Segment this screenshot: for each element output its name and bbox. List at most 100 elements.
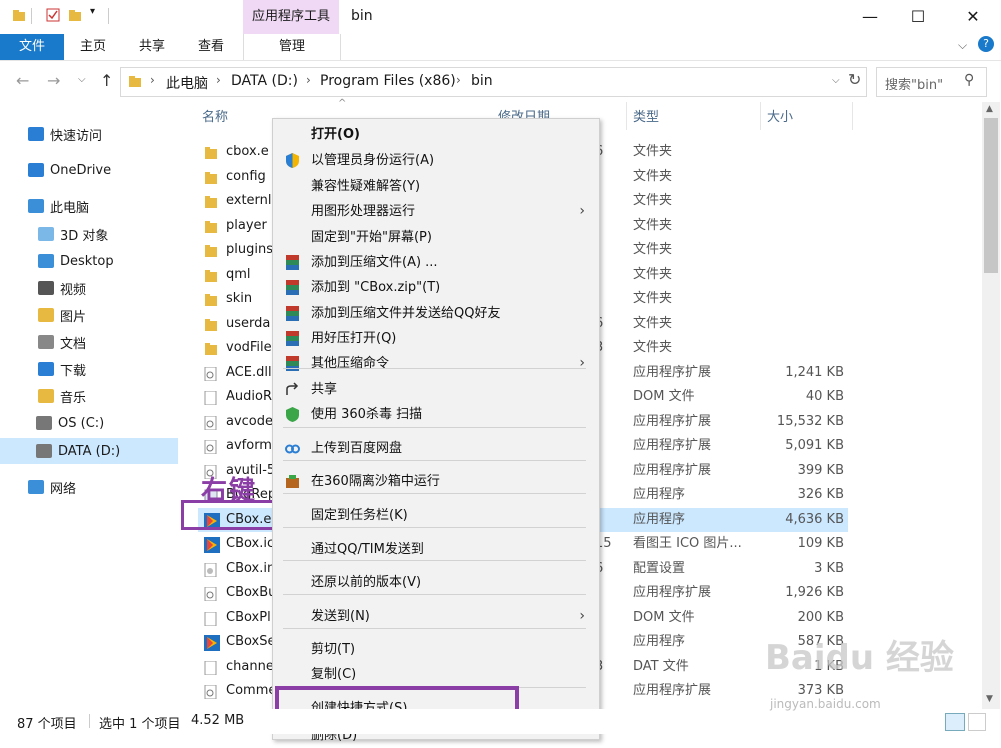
tab-manage[interactable]: 管理 bbox=[243, 34, 341, 60]
folder-icon bbox=[204, 145, 218, 159]
context-menu-item[interactable]: 使用 360杀毒 扫描 bbox=[273, 402, 599, 427]
minimize-button[interactable]: — bbox=[847, 0, 893, 32]
nav-item-2[interactable]: OneDrive bbox=[0, 157, 178, 183]
context-menu-item[interactable]: 剪切(T) bbox=[273, 637, 599, 662]
tab-view[interactable]: 查看 bbox=[198, 34, 224, 60]
nav-item-1[interactable]: 快速访问 bbox=[0, 121, 178, 147]
context-menu-item[interactable]: 打开(O) bbox=[273, 122, 599, 147]
cloud-icon bbox=[28, 163, 44, 177]
file-name: player bbox=[226, 217, 267, 233]
nav-item-label: 3D 对象 bbox=[60, 228, 109, 244]
context-menu-item[interactable]: 用好压打开(Q) bbox=[273, 326, 599, 351]
context-menu-item[interactable]: 兼容性疑难解答(Y) bbox=[273, 174, 599, 199]
context-menu-item[interactable]: 发送到(N) › bbox=[273, 604, 599, 629]
file-size: 200 KB bbox=[797, 609, 844, 625]
file-type: DAT 文件 bbox=[633, 658, 689, 674]
nav-item-9[interactable]: 下载 bbox=[0, 356, 178, 382]
nav-item-7[interactable]: 图片 bbox=[0, 302, 178, 328]
context-menu-item[interactable]: 添加到压缩文件(A) ... bbox=[273, 250, 599, 275]
recent-locations-icon[interactable]: ⌵ bbox=[78, 74, 86, 85]
desktop-icon bbox=[38, 254, 54, 268]
context-menu-item[interactable]: 在360隔离沙箱中运行 bbox=[273, 469, 599, 494]
scroll-down-icon[interactable]: ▼ bbox=[986, 694, 993, 704]
help-icon[interactable]: ? bbox=[978, 36, 994, 52]
breadcrumb-program-files[interactable]: Program Files (x86) bbox=[320, 73, 456, 89]
new-folder-icon[interactable] bbox=[68, 8, 82, 22]
shield-icon bbox=[284, 152, 301, 169]
nav-item-6[interactable]: 视频 bbox=[0, 275, 178, 301]
context-menu-item[interactable]: 固定到"开始"屏幕(P) bbox=[273, 225, 599, 250]
scroll-up-icon[interactable]: ▲ bbox=[986, 104, 993, 114]
cbox-app-icon bbox=[204, 537, 220, 553]
back-arrow-icon[interactable]: ← bbox=[16, 71, 29, 90]
context-menu-item[interactable]: 共享 bbox=[273, 377, 599, 402]
file-type: 配置设置 bbox=[633, 560, 686, 576]
close-button[interactable]: ✕ bbox=[950, 0, 996, 32]
submenu-arrow-icon: › bbox=[579, 203, 585, 219]
tab-file[interactable]: 文件 bbox=[0, 34, 64, 60]
context-menu-item[interactable]: 添加到压缩文件并发送给QQ好友 bbox=[273, 301, 599, 326]
context-menu-item[interactable]: 添加到 "CBox.zip"(T) bbox=[273, 275, 599, 300]
menu-item-label: 使用 360杀毒 扫描 bbox=[311, 407, 423, 422]
context-menu-item[interactable]: 以管理员身份运行(A) bbox=[273, 148, 599, 173]
breadcrumb-bin[interactable]: bin bbox=[471, 73, 493, 89]
large-icons-view-icon[interactable] bbox=[968, 713, 986, 731]
refresh-icon[interactable]: ↻ bbox=[848, 70, 861, 89]
scrollbar-thumb[interactable] bbox=[984, 118, 998, 273]
folder-icon[interactable] bbox=[12, 8, 26, 22]
menu-item-label: 兼容性疑难解答(Y) bbox=[311, 179, 421, 194]
context-menu-item[interactable]: 还原以前的版本(V) bbox=[273, 570, 599, 595]
file-name: CBoxPl bbox=[226, 609, 271, 625]
column-divider[interactable] bbox=[852, 102, 853, 130]
baidu-icon bbox=[284, 440, 301, 457]
column-header-type[interactable]: 类型 bbox=[633, 108, 659, 128]
context-menu-item[interactable]: 通过QQ/TIM发送到 bbox=[273, 537, 599, 562]
column-divider[interactable] bbox=[626, 102, 627, 130]
file-name: CBox.ic bbox=[226, 536, 275, 551]
menu-separator bbox=[283, 527, 586, 528]
file-name: avcode bbox=[226, 413, 274, 429]
context-menu-item[interactable]: 其他压缩命令 › bbox=[273, 351, 599, 376]
tab-home[interactable]: 主页 bbox=[80, 34, 106, 60]
nav-item-label: 音乐 bbox=[60, 390, 87, 406]
column-header-size[interactable]: 大小 bbox=[767, 108, 793, 128]
breadcrumb-data-d[interactable]: DATA (D:) bbox=[231, 73, 298, 89]
ribbon-collapse-icon[interactable]: ⌵ bbox=[958, 38, 967, 53]
quick-access-dropdown-icon[interactable]: ▾ bbox=[90, 6, 95, 17]
context-menu-item[interactable]: 上传到百度网盘 bbox=[273, 436, 599, 461]
nav-item-13[interactable]: 网络 bbox=[0, 474, 178, 500]
nav-item-label: 快速访问 bbox=[50, 128, 103, 144]
context-menu-item[interactable]: 固定到任务栏(K) bbox=[273, 503, 599, 528]
nav-item-label: Desktop bbox=[60, 253, 114, 269]
nav-item-8[interactable]: 文档 bbox=[0, 329, 178, 355]
forward-arrow-icon[interactable]: → bbox=[47, 71, 60, 90]
status-item-count: 87 个项目 bbox=[17, 717, 77, 732]
file-name: ACE.dll bbox=[226, 364, 272, 380]
nav-item-5[interactable]: Desktop bbox=[0, 248, 178, 274]
search-icon[interactable]: ⚲ bbox=[964, 72, 974, 88]
rar-icon bbox=[284, 254, 301, 271]
nav-item-3[interactable]: 此电脑 bbox=[0, 193, 178, 219]
nav-item-4[interactable]: 3D 对象 bbox=[0, 221, 178, 247]
nav-item-12[interactable]: DATA (D:) bbox=[0, 438, 178, 464]
column-divider[interactable] bbox=[760, 102, 761, 130]
breadcrumb-this-pc[interactable]: 此电脑 bbox=[166, 73, 208, 93]
file-icon bbox=[204, 660, 218, 675]
divider bbox=[31, 8, 32, 24]
status-size: 4.52 MB bbox=[191, 713, 245, 728]
context-menu-item[interactable]: 复制(C) bbox=[273, 662, 599, 687]
nav-item-10[interactable]: 音乐 bbox=[0, 383, 178, 409]
menu-separator bbox=[283, 368, 586, 369]
menu-item-label: 以管理员身份运行(A) bbox=[311, 153, 435, 168]
column-header-name[interactable]: 名称 bbox=[202, 108, 228, 128]
nav-item-11[interactable]: OS (C:) bbox=[0, 410, 178, 436]
annotation-highlight-file bbox=[181, 500, 277, 530]
details-view-icon[interactable] bbox=[945, 713, 965, 731]
file-name: avform bbox=[226, 438, 272, 453]
context-menu-item[interactable]: 用图形处理器运行 › bbox=[273, 199, 599, 224]
maximize-button[interactable]: ☐ bbox=[895, 0, 941, 32]
up-arrow-icon[interactable]: ↑ bbox=[100, 71, 113, 90]
properties-icon[interactable] bbox=[46, 8, 60, 22]
tab-share[interactable]: 共享 bbox=[139, 34, 165, 60]
address-dropdown-icon[interactable]: ⌵ bbox=[832, 75, 840, 86]
